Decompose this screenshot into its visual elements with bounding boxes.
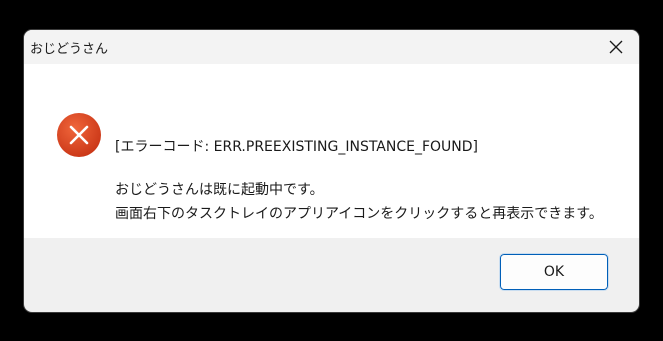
error-icon <box>57 113 101 157</box>
message-dialog: おじどうさん [エラーコード: ERR.PREEXISTING_INSTANCE… <box>24 30 639 312</box>
message-text-line1: おじどうさんは既に起動中です。 <box>115 182 324 198</box>
close-button[interactable] <box>593 30 639 64</box>
close-icon <box>609 40 623 54</box>
error-code-text: [エラーコード: ERR.PREEXISTING_INSTANCE_FOUND] <box>115 139 479 155</box>
title-bar: おじどうさん <box>24 30 639 64</box>
ok-button[interactable]: OK <box>499 253 609 291</box>
message-text-line2: 画面右下のタスクトレイのアプリアイコンをクリックすると再表示できます。 <box>115 206 603 222</box>
window-title: おじどうさん <box>30 42 109 57</box>
